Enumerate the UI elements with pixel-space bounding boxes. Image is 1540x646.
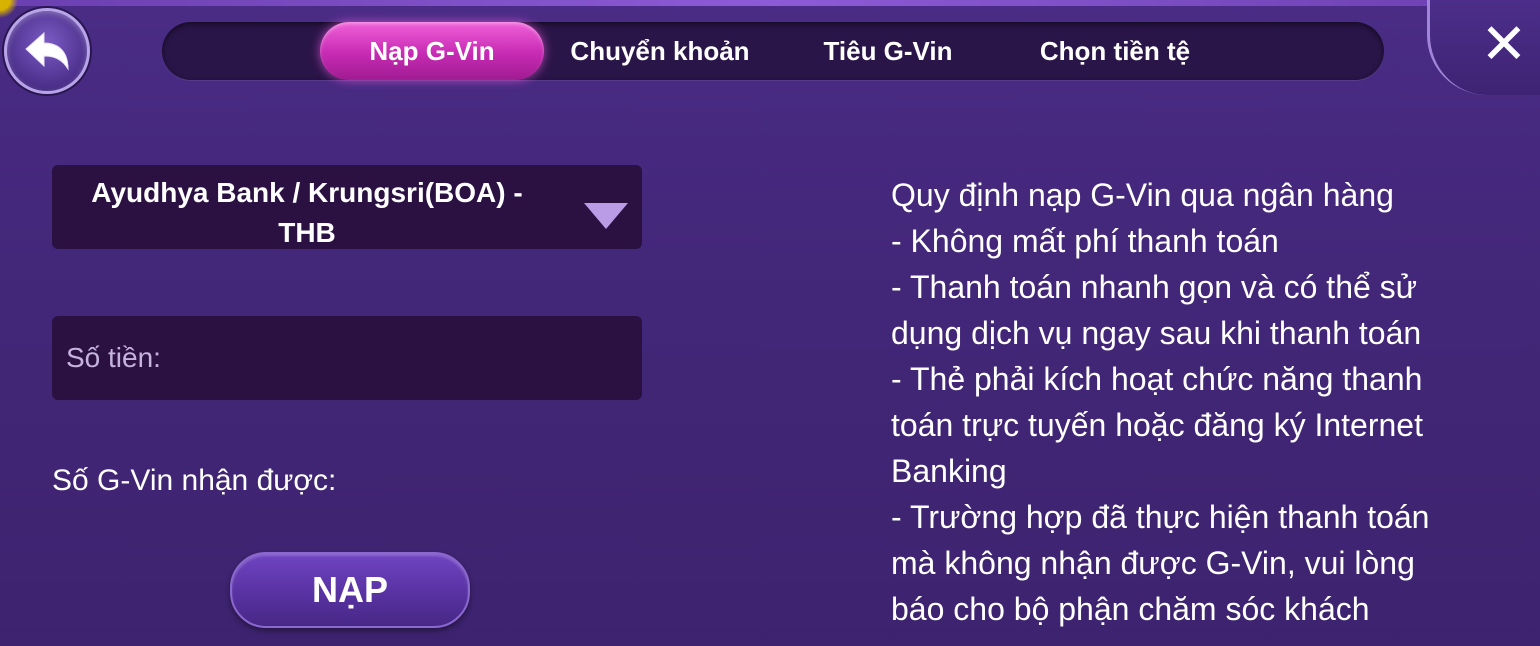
received-gvin-label: Số G-Vin nhận được: (52, 464, 337, 497)
rules-line: - Trường hợp đã thực hiện thanh toán (891, 499, 1430, 535)
bank-select[interactable]: Ayudhya Bank / Krungsri(BOA) - THB (52, 165, 642, 249)
tab-spend[interactable]: Tiêu G-Vin (790, 22, 986, 80)
rules-line: mà không nhận được G-Vin, vui lòng (891, 545, 1415, 581)
rules-line: dụng dịch vụ ngay sau khi thanh toán (891, 315, 1422, 351)
rules-line: - Thanh toán nhanh gọn và có thể sử (891, 269, 1418, 305)
rules-line: toán trực tuyến hoặc đăng ký Internet (891, 407, 1423, 443)
deposit-submit-button[interactable]: NẠP (230, 552, 470, 628)
tab-transfer[interactable]: Chuyển khoản (546, 22, 774, 80)
rules-line: - Không mất phí thanh toán (891, 223, 1279, 259)
tab-deposit[interactable]: Nạp G-Vin (320, 22, 544, 80)
top-rim (0, 0, 1540, 6)
bank-select-line2: THB (278, 217, 336, 248)
rules-line: Banking (891, 453, 1007, 489)
back-button[interactable] (4, 8, 90, 94)
rules-title: Quy định nạp G-Vin qua ngân hàng (891, 177, 1394, 213)
amount-input[interactable] (52, 316, 642, 400)
rules-line: báo cho bộ phận chăm sóc khách (891, 591, 1370, 627)
triangle-down-icon[interactable] (584, 203, 628, 229)
deposit-rules: Quy định nạp G-Vin qua ngân hàng - Không… (891, 172, 1511, 632)
bank-select-line1: Ayudhya Bank / Krungsri(BOA) - (91, 177, 523, 208)
bank-select-value: Ayudhya Bank / Krungsri(BOA) - THB (52, 173, 562, 253)
back-arrow-icon (25, 31, 69, 71)
rules-line: - Thẻ phải kích hoạt chức năng thanh (891, 361, 1423, 397)
tab-currency[interactable]: Chọn tiền tệ (1010, 22, 1220, 80)
close-icon[interactable]: ✕ (1474, 14, 1534, 74)
